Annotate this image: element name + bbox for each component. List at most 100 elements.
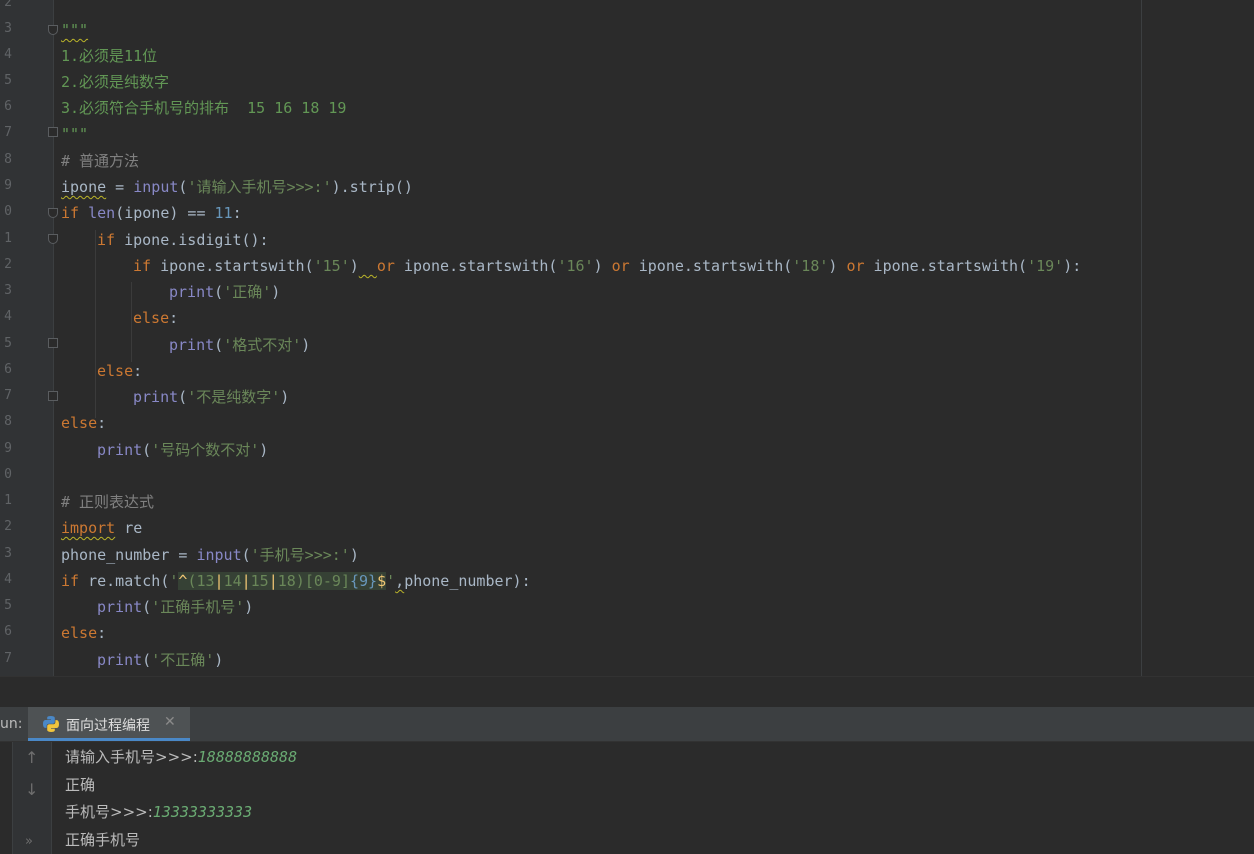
line-number: 3 bbox=[4, 21, 12, 36]
regex-token: 18) bbox=[277, 572, 305, 590]
code-line[interactable]: print('格式不对') bbox=[169, 335, 310, 355]
code-token: '15' bbox=[313, 257, 350, 275]
code-token: phone_number = bbox=[61, 546, 197, 564]
code-line[interactable]: """ bbox=[61, 20, 88, 40]
code-token: or bbox=[376, 257, 395, 275]
code-token: else bbox=[133, 309, 170, 327]
code-token: phone_number): bbox=[404, 572, 531, 590]
run-console[interactable]: ↑ ↓ » 请输入手机号>>>:18888888888 正确 手机号>>>:13… bbox=[0, 742, 1254, 854]
code-token: re.match( bbox=[79, 572, 170, 590]
code-token: ( bbox=[214, 336, 224, 354]
code-token: import bbox=[61, 519, 116, 537]
code-token: ).strip() bbox=[331, 178, 413, 196]
fold-marker-icon[interactable] bbox=[48, 338, 58, 348]
console-line: 正确手机号 bbox=[65, 831, 141, 849]
code-token: '正确' bbox=[223, 283, 272, 301]
run-toolbar: un: 面向过程编程 ✕ bbox=[0, 707, 1254, 742]
fold-marker-icon[interactable] bbox=[48, 391, 58, 401]
code-token: ) bbox=[593, 257, 612, 275]
code-editor[interactable]: 2 3 4 5 6 7 8 9 0 1 2 3 4 5 6 7 8 9 0 1 … bbox=[0, 0, 1254, 676]
code-token: '不是纯数字' bbox=[187, 388, 281, 406]
code-comment: # 正则表达式 bbox=[61, 493, 155, 511]
run-tab-label: 面向过程编程 bbox=[66, 718, 150, 734]
close-icon[interactable]: ✕ bbox=[164, 714, 176, 730]
code-token: ( bbox=[142, 651, 152, 669]
console-line: 请输入手机号>>>:18888888888 bbox=[65, 746, 297, 767]
code-token: ) bbox=[280, 388, 290, 406]
code-line[interactable]: 1.必须是11位 bbox=[61, 46, 157, 66]
code-line[interactable]: """ bbox=[61, 124, 88, 144]
code-line[interactable]: if len(ipone) == 11: bbox=[61, 203, 242, 223]
line-number: 7 bbox=[4, 125, 12, 140]
code-token: '19' bbox=[1027, 257, 1064, 275]
code-line[interactable]: print('不正确') bbox=[97, 650, 223, 670]
code-line[interactable]: 3.必须符合手机号的排布 15 16 18 19 bbox=[61, 98, 346, 118]
code-line[interactable]: if ipone.startswith('15') or ipone.start… bbox=[133, 256, 1081, 276]
code-token: ( bbox=[142, 441, 152, 459]
regex-token: (13 bbox=[187, 572, 215, 590]
fold-marker-icon[interactable] bbox=[48, 127, 58, 137]
regex-token: | bbox=[241, 572, 251, 590]
code-token: '手机号>>>:' bbox=[250, 546, 350, 564]
code-token: (ipone) == bbox=[115, 204, 215, 222]
code-line[interactable]: ipone = input('请输入手机号>>>:').strip() bbox=[61, 177, 413, 197]
code-line[interactable]: if re.match('^(13|14|15|18)[0-9]{9}$',ph… bbox=[61, 571, 531, 591]
line-number: 3 bbox=[4, 546, 12, 561]
code-line[interactable]: # 正则表达式 bbox=[61, 492, 154, 512]
code-token: ) bbox=[301, 336, 311, 354]
console-prompt: 请输入手机号>>>: bbox=[65, 748, 198, 766]
code-token: ( bbox=[142, 598, 152, 616]
docstring-text: 3.必须符合手机号的排布 15 16 18 19 bbox=[61, 99, 347, 117]
code-line[interactable]: phone_number = input('手机号>>>:') bbox=[61, 545, 359, 565]
code-line[interactable]: print('号码个数不对') bbox=[97, 440, 268, 460]
arrow-up-icon[interactable]: ↑ bbox=[25, 748, 38, 767]
code-line[interactable]: else: bbox=[61, 413, 106, 433]
code-token: input bbox=[196, 546, 242, 564]
code-line[interactable]: else: bbox=[133, 308, 178, 328]
code-token: '不正确' bbox=[151, 651, 215, 669]
code-token: ) bbox=[349, 257, 359, 275]
regex-token: 15 bbox=[250, 572, 269, 590]
line-number: 1 bbox=[4, 231, 12, 246]
fold-marker-icon[interactable] bbox=[48, 25, 58, 35]
line-number: 2 bbox=[4, 519, 12, 534]
console-vertical-scrollbar[interactable] bbox=[1242, 742, 1254, 854]
code-line[interactable]: print('正确手机号') bbox=[97, 597, 253, 617]
code-line[interactable]: 2.必须是纯数字 bbox=[61, 72, 169, 92]
code-token: re bbox=[115, 519, 143, 537]
line-number: 4 bbox=[4, 572, 12, 587]
code-token: ( bbox=[241, 546, 251, 564]
run-label: un: bbox=[0, 716, 23, 732]
more-icon[interactable]: » bbox=[25, 834, 33, 849]
code-line[interactable]: else: bbox=[97, 361, 142, 381]
code-token: '格式不对' bbox=[223, 336, 302, 354]
code-token: print bbox=[169, 283, 215, 301]
docstring-text: 1.必须是11位 bbox=[61, 47, 158, 65]
console-line: 手机号>>>:13333333333 bbox=[65, 801, 252, 822]
docstring-text: 2.必须是纯数字 bbox=[61, 73, 170, 91]
code-line[interactable]: import re bbox=[61, 518, 142, 538]
run-tab[interactable]: 面向过程编程 ✕ bbox=[28, 707, 190, 741]
horizontal-scrollbar[interactable] bbox=[0, 676, 1254, 707]
fold-marker-icon[interactable] bbox=[48, 234, 58, 244]
code-token: else bbox=[97, 362, 134, 380]
line-number: 6 bbox=[4, 624, 12, 639]
code-token: : bbox=[97, 414, 107, 432]
code-line[interactable]: print('不是纯数字') bbox=[133, 387, 289, 407]
code-token: '16' bbox=[557, 257, 594, 275]
code-token: '号码个数不对' bbox=[151, 441, 260, 459]
line-number-gutter[interactable]: 2 3 4 5 6 7 8 9 0 1 2 3 4 5 6 7 8 9 0 1 … bbox=[0, 0, 58, 676]
code-line[interactable]: print('正确') bbox=[169, 282, 280, 302]
code-token: ) bbox=[349, 546, 359, 564]
line-number: 4 bbox=[4, 309, 12, 324]
console-user-input: 18888888888 bbox=[197, 748, 298, 766]
code-token: '请输入手机号>>>:' bbox=[187, 178, 332, 196]
code-token: input bbox=[133, 178, 179, 196]
arrow-down-icon[interactable]: ↓ bbox=[25, 780, 38, 799]
code-line[interactable]: # 普通方法 bbox=[61, 151, 139, 171]
fold-marker-icon[interactable] bbox=[48, 208, 58, 218]
code-line[interactable]: if ipone.isdigit(): bbox=[97, 230, 269, 250]
code-token: ipone.startswith( bbox=[864, 257, 1028, 275]
code-line[interactable]: else: bbox=[61, 623, 106, 643]
